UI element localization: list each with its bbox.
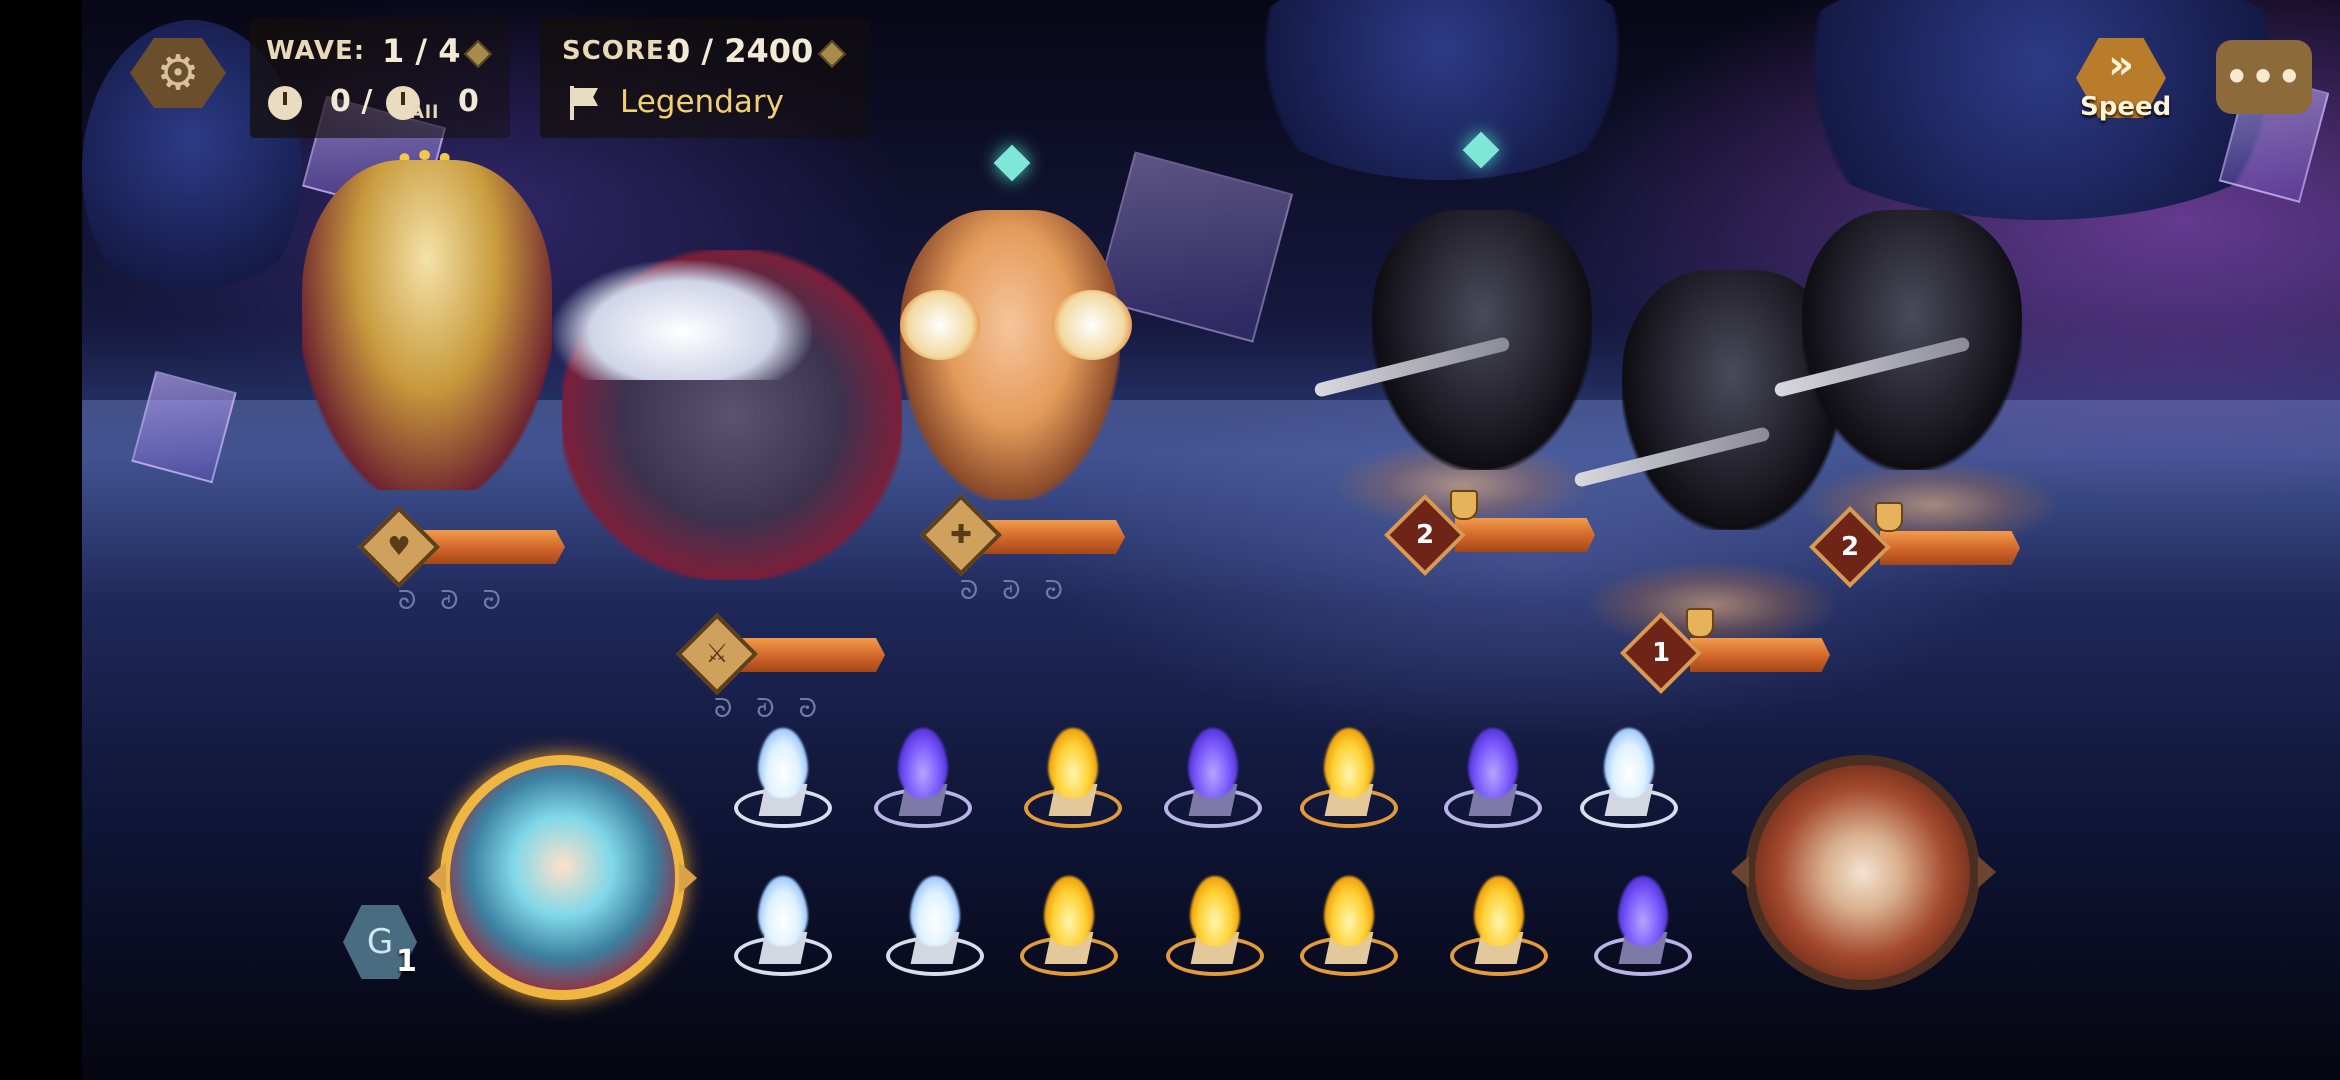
skill-icon: G bbox=[366, 922, 394, 962]
clock-icon bbox=[268, 86, 302, 120]
ally-sage[interactable] bbox=[302, 160, 552, 490]
active-turn-gem bbox=[993, 144, 1031, 182]
chat-button[interactable]: ••• bbox=[2216, 40, 2312, 114]
orb-r1-c7[interactable] bbox=[1580, 728, 1678, 838]
orb-r1-c6[interactable] bbox=[1444, 728, 1542, 838]
wave-panel: WAVE: 1 / 4 0 / All 0 bbox=[250, 18, 510, 138]
enemy-knight-center-hp-bar bbox=[1690, 638, 1830, 672]
flag-icon bbox=[570, 86, 600, 120]
enemy-knight-right[interactable] bbox=[1802, 210, 2022, 470]
player-portrait[interactable] bbox=[440, 755, 685, 1000]
wave-value: 1 / 4 bbox=[382, 32, 461, 70]
pompom-left bbox=[900, 290, 980, 360]
orb-r2-c6[interactable] bbox=[1450, 876, 1548, 986]
score-label: SCORE: bbox=[562, 36, 677, 66]
score-panel: SCORE: 0 / 2400 Legendary bbox=[540, 18, 870, 138]
pompom-right bbox=[1052, 290, 1132, 360]
enemy-portal-center bbox=[1582, 560, 1842, 650]
orb-r2-c7[interactable] bbox=[1594, 876, 1692, 986]
ally-cheerleader-runes: ᘐᘑᘒ bbox=[960, 576, 1087, 606]
ally-sage-runes: ᘐᘑᘒ bbox=[398, 586, 525, 616]
orb-r2-c5[interactable] bbox=[1300, 876, 1398, 986]
fast-forward-icon: » bbox=[2108, 42, 2134, 88]
wave-label: WAVE: bbox=[266, 36, 366, 66]
enemy-knight-center-shield-icon bbox=[1686, 608, 1714, 638]
orb-r1-c2[interactable] bbox=[874, 728, 972, 838]
difficulty-label: Legendary bbox=[620, 84, 784, 120]
skill-count: 1 bbox=[396, 944, 417, 979]
orb-r1-c4[interactable] bbox=[1164, 728, 1262, 838]
enemy-knight-left-hp-bar bbox=[1455, 518, 1595, 552]
enemy-knight-left-count: 2 bbox=[1415, 520, 1435, 550]
score-diamond-icon bbox=[817, 39, 847, 69]
heart-icon: ♥ bbox=[387, 532, 411, 562]
all-label: All bbox=[410, 102, 440, 123]
heal-cross-icon: ✚ bbox=[950, 520, 972, 550]
orb-r1-c3[interactable] bbox=[1024, 728, 1122, 838]
sword-icon: ⚔ bbox=[705, 639, 729, 669]
orb-r2-c2[interactable] bbox=[886, 876, 984, 986]
tree-top-center bbox=[1232, 0, 1652, 180]
enemy-knight-left[interactable] bbox=[1372, 210, 1592, 470]
speed-label: Speed bbox=[2080, 92, 2172, 122]
score-value: 0 / 2400 bbox=[668, 32, 814, 70]
gear-icon: ⚙ bbox=[156, 45, 200, 101]
wave-diamond-icon bbox=[463, 39, 493, 69]
orb-r2-c4[interactable] bbox=[1166, 876, 1264, 986]
enemy-knight-center-count: 1 bbox=[1651, 638, 1671, 668]
ally-beast-hp-bar bbox=[735, 638, 885, 672]
enemy-knight-right-count: 2 bbox=[1840, 532, 1860, 562]
orb-r2-c1[interactable] bbox=[734, 876, 832, 986]
enemy-knight-right-shield-icon bbox=[1875, 502, 1903, 532]
enemy-portrait[interactable] bbox=[1745, 755, 1980, 990]
beast-mane bbox=[552, 260, 812, 380]
orb-r2-c3[interactable] bbox=[1020, 876, 1118, 986]
enemy-knight-right-hp-bar bbox=[1880, 531, 2020, 565]
turns-value: 0 / bbox=[330, 84, 373, 119]
ally-beast-runes: ᘐᘑᘒ bbox=[714, 694, 841, 724]
all-turns-value: 0 bbox=[458, 84, 479, 119]
chat-bubble-icon: ••• bbox=[2224, 55, 2304, 99]
orb-r1-c5[interactable] bbox=[1300, 728, 1398, 838]
orb-r1-c1[interactable] bbox=[734, 728, 832, 838]
enemy-knight-left-shield-icon bbox=[1450, 490, 1478, 520]
